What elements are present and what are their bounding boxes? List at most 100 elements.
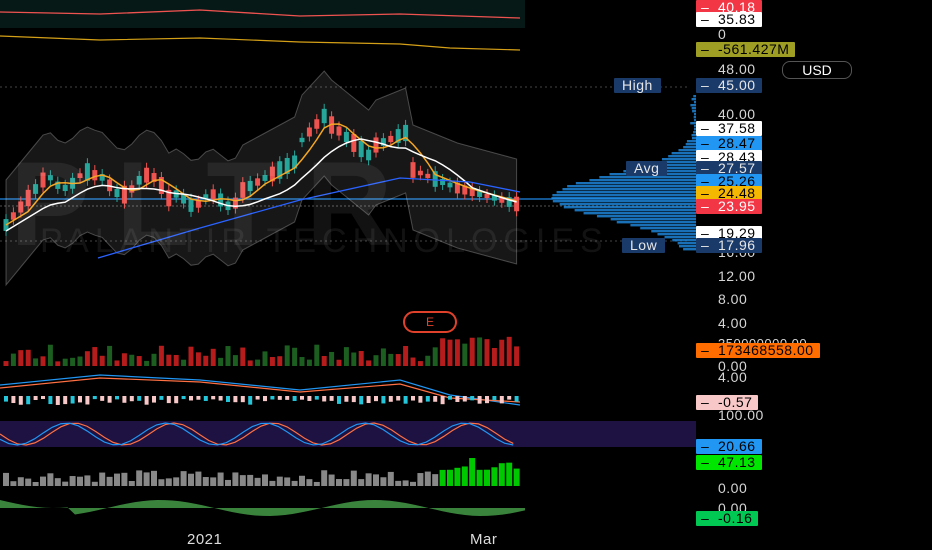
macd-histogram-bar (292, 396, 297, 401)
volume-profile-bar (657, 233, 696, 236)
histogram-bar (498, 463, 505, 486)
volume-profile-bar (551, 197, 696, 200)
earnings-marker[interactable]: E (403, 311, 457, 333)
volume-bar (62, 358, 68, 366)
volume-bar (425, 355, 431, 366)
volume-bar (55, 361, 61, 366)
volume-bar (417, 361, 423, 366)
histogram-bar (454, 467, 461, 486)
macd-histogram-bar (18, 396, 23, 405)
ao-tag[interactable]: – -0.16 (696, 511, 759, 526)
volume-bar (121, 353, 127, 366)
low-label: Low (622, 238, 666, 253)
macd-histogram-bar (314, 396, 319, 400)
histogram-bar (62, 481, 69, 486)
high-label: High (614, 78, 661, 93)
volume-profile-bar (596, 215, 696, 218)
macd-histogram-bar (48, 396, 53, 405)
volume-bar (166, 354, 172, 366)
low-tag[interactable]: –17.96 (696, 238, 762, 253)
histogram-bar (276, 476, 283, 486)
macd-histogram-bar (152, 396, 156, 403)
histogram-bar (217, 472, 224, 486)
price-tick: 48.00 (718, 61, 756, 77)
volume-profile-bar (556, 191, 696, 194)
volume-bar (499, 339, 505, 366)
volume-profile-bar (563, 206, 696, 209)
macd-histogram-bar (122, 396, 127, 403)
macd-histogram-bar (277, 396, 282, 400)
volume-profile-bar (640, 227, 696, 230)
macd-histogram-bar (477, 396, 482, 404)
macd-histogram-bar (203, 396, 208, 401)
volume-profile-bar (692, 110, 696, 113)
histogram-bar (188, 473, 194, 486)
high-tag[interactable]: –45.00 (696, 78, 762, 93)
volume-profile-bar (562, 188, 696, 191)
level-tag[interactable]: –37.58 (696, 121, 762, 136)
macd-histogram-bar (388, 396, 393, 402)
volume-bar (491, 347, 497, 366)
histogram-bar (484, 469, 490, 486)
candle-body (447, 182, 453, 188)
histogram-bar (121, 472, 128, 486)
histogram-bar (239, 475, 246, 486)
histogram-bar (350, 470, 357, 486)
volume-bar (203, 355, 209, 366)
histogram-bar (40, 476, 46, 486)
rsi-mid-tag[interactable]: –35.83 (696, 12, 762, 27)
volume-bar (262, 351, 268, 366)
last-price-tag[interactable]: –23.95 (696, 199, 762, 214)
histogram-bar (336, 479, 342, 486)
volume-bar (240, 347, 246, 366)
macd-histogram-bar (92, 396, 97, 400)
currency-button[interactable]: USD (782, 61, 852, 79)
volume-profile-bar (610, 218, 696, 221)
histogram-bar (306, 479, 313, 486)
macd-top-tick: 4.00 (718, 369, 748, 385)
macd-histogram-bar (248, 396, 253, 405)
price-chart[interactable] (0, 0, 932, 550)
hist-zero-tick: 0.00 (718, 480, 748, 496)
macd-histogram-bar (440, 396, 445, 405)
stoch-k-tag[interactable]: –20.66 (696, 439, 762, 454)
macd-histogram-bar (359, 396, 364, 405)
obv-tag[interactable]: – -561.427M (696, 42, 796, 57)
histogram-bar (284, 477, 291, 486)
candle-body (314, 119, 320, 129)
volume-bar (469, 337, 475, 366)
histogram-bar (424, 471, 431, 486)
histogram-bar (165, 478, 172, 486)
volume-bar (336, 359, 342, 366)
candle-body (484, 193, 490, 199)
volume-tag[interactable]: –173468558.00 (696, 343, 820, 358)
volume-bar (373, 355, 379, 366)
volume-bar (99, 355, 105, 366)
histogram-bar (343, 479, 350, 486)
macd-histogram-bar (344, 396, 349, 402)
volume-bar (195, 352, 201, 366)
macd-histogram-bar (115, 396, 119, 400)
histogram-bar (158, 479, 165, 486)
macd-histogram-bar (137, 396, 142, 401)
volume-profile-bar (559, 203, 696, 206)
volume-profile-bar (664, 236, 696, 239)
volume-bar (158, 345, 164, 366)
histogram-bar (202, 477, 209, 486)
volume-profile-bar (567, 185, 696, 188)
histogram-bar (432, 474, 439, 486)
volume-bar (269, 357, 275, 366)
volume-profile-bar (683, 248, 696, 251)
volume-bar (314, 344, 320, 366)
volume-bar (40, 356, 46, 366)
macd-histogram-bar (159, 396, 164, 400)
stoch-d-tag[interactable]: –47.13 (696, 455, 762, 470)
macd-histogram-bar (211, 396, 216, 400)
histogram-bar (210, 477, 217, 486)
macd-histogram-bar (499, 396, 504, 404)
volume-profile-bar (677, 242, 696, 245)
macd-histogram-bar (189, 396, 193, 401)
macd-histogram-bar (233, 396, 238, 403)
volume-bar (129, 354, 135, 366)
volume-bar (380, 348, 386, 366)
